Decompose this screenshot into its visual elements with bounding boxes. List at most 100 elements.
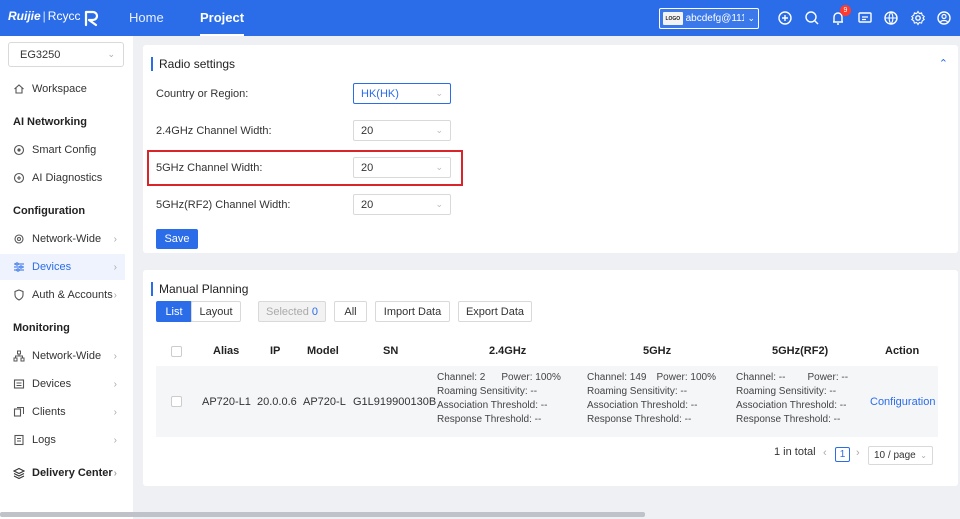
manual-planning-title: Manual Planning — [151, 282, 248, 296]
sidebar-item-label: Devices — [32, 378, 72, 390]
pagination-total: 1 in total — [774, 446, 816, 458]
sidebar-item-devices[interactable]: Devices › — [0, 254, 125, 280]
chevron-right-icon: › — [113, 350, 117, 362]
nav-project[interactable]: Project — [200, 0, 245, 36]
page-number-button[interactable]: 1 — [835, 447, 850, 462]
chevron-down-icon: ⌄ — [435, 88, 443, 98]
configuration-link[interactable]: Configuration — [870, 396, 935, 408]
chevron-right-icon[interactable]: › — [856, 447, 860, 459]
sidebar-item-label: Smart Config — [32, 144, 97, 156]
manual-planning-card: Manual Planning List Layout Selected 0 Al… — [143, 270, 958, 486]
select-all-checkbox[interactable] — [171, 346, 182, 357]
band5rf2-roaming: Roaming Sensitivity: -- — [736, 386, 837, 397]
cell-5ghz: Channel: 149 Power: 100% Roaming Sensitiv… — [587, 371, 716, 427]
chevron-left-icon[interactable]: ‹ — [823, 447, 827, 459]
top-bar: Ruijie | Rcycc Home Project LOGO abcdefg@1… — [0, 0, 960, 36]
col-24ghz: 2.4GHz — [489, 345, 527, 357]
band5-response: Response Threshold: -- — [587, 414, 692, 425]
band5rf2-channel: Channel: -- — [736, 372, 786, 383]
chevron-right-icon: › — [113, 434, 117, 446]
globe-icon[interactable] — [883, 10, 899, 26]
channel-width-24-label: 2.4GHz Channel Width: — [156, 125, 272, 137]
tab-list[interactable]: List — [156, 301, 192, 322]
chevron-down-icon: ⌄ — [747, 13, 755, 23]
device-select[interactable]: EG3250 ⌄ — [8, 42, 124, 67]
sidebar-item-label: AI Diagnostics — [32, 172, 103, 184]
search-icon[interactable] — [804, 10, 820, 26]
chevron-down-icon: ⌄ — [107, 49, 115, 59]
notification-badge: 9 — [840, 5, 851, 16]
save-button[interactable]: Save — [156, 229, 198, 249]
band5-roaming: Roaming Sensitivity: -- — [587, 386, 688, 397]
devices-sliders-icon — [13, 261, 25, 273]
channel-width-24-select[interactable]: 20 ⌄ — [353, 120, 451, 141]
col-5ghz: 5GHz — [643, 345, 672, 357]
table-row: AP720-L1 20.0.0.6 AP720-L G1L919900130B … — [156, 366, 938, 437]
sidebar-section-configuration: Configuration — [13, 205, 86, 217]
band5-channel: Channel: 149 — [587, 372, 647, 383]
nav-home[interactable]: Home — [129, 0, 164, 36]
chevron-right-icon: › — [113, 233, 117, 245]
brand-name: Ruijie — [8, 9, 41, 23]
cell-ip: 20.0.0.6 — [257, 396, 297, 408]
cell-5ghz-rf2: Channel: -- Power: -- Roaming Sensitivity… — [736, 371, 848, 427]
cell-24ghz: Channel: 2 Power: 100% Roaming Sensitivit… — [437, 371, 561, 427]
message-icon[interactable] — [857, 10, 873, 26]
page-size-select[interactable]: 10 / page ⌄ — [868, 446, 933, 465]
import-data-button[interactable]: Import Data — [375, 301, 450, 322]
col-5ghz-rf2: 5GHz(RF2) — [772, 345, 829, 357]
chevron-up-icon[interactable]: ⌃ — [939, 57, 948, 70]
gear-icon[interactable] — [910, 10, 926, 26]
cell-alias: AP720-L1 — [202, 396, 251, 408]
sidebar-item-label: Workspace — [32, 83, 87, 95]
country-region-value: HK(HK) — [361, 87, 399, 100]
channel-width-5-rf2-select[interactable]: 20 ⌄ — [353, 194, 451, 215]
band5-association: Association Threshold: -- — [587, 400, 698, 411]
country-region-select[interactable]: HK(HK) ⌄ — [353, 83, 451, 104]
band24-power: Power: 100% — [501, 372, 561, 383]
sidebar-item-network-wide[interactable]: Network-Wide › — [0, 226, 125, 252]
sidebar-item-smart-config[interactable]: Smart Config — [0, 137, 125, 163]
channel-width-5-rf2-value: 20 — [361, 198, 374, 211]
sidebar-item-auth-accounts[interactable]: Auth & Accounts › — [0, 282, 125, 308]
account-logo: LOGO — [663, 12, 683, 25]
band5rf2-power: Power: -- — [807, 372, 849, 383]
sidebar-item-delivery-center[interactable]: Delivery Center › — [0, 460, 125, 486]
channel-width-5-value: 20 — [361, 161, 374, 174]
sidebar-item-workspace[interactable]: Workspace — [0, 76, 125, 102]
account-name: abcdefg@111.... — [685, 13, 745, 24]
channel-width-5-select[interactable]: 20 ⌄ — [353, 157, 451, 178]
sidebar-item-monitoring-devices[interactable]: Devices › — [0, 371, 125, 397]
sidebar-item-monitoring-network-wide[interactable]: Network-Wide › — [0, 343, 125, 369]
tab-layout[interactable]: Layout — [191, 301, 241, 322]
export-data-button[interactable]: Export Data — [458, 301, 532, 322]
smart-config-icon — [13, 144, 25, 156]
all-button[interactable]: All — [334, 301, 367, 322]
sidebar-item-logs[interactable]: Logs › — [0, 427, 125, 453]
horizontal-scrollbar[interactable] — [0, 512, 645, 517]
col-alias: Alias — [213, 345, 240, 357]
chevron-down-icon: ⌄ — [435, 125, 443, 135]
selected-button[interactable]: Selected 0 — [258, 301, 326, 322]
clients-icon — [13, 406, 25, 418]
account-dropdown[interactable]: LOGO abcdefg@111.... ⌄ — [659, 8, 759, 29]
add-circle-icon[interactable] — [777, 10, 793, 26]
band24-channel: Channel: 2 — [437, 372, 486, 383]
sidebar-section-monitoring: Monitoring — [13, 322, 70, 334]
user-icon[interactable] — [936, 10, 952, 26]
sidebar-item-ai-diagnostics[interactable]: AI Diagnostics — [0, 165, 125, 191]
sidebar-item-label: Logs — [32, 434, 56, 446]
delivery-icon — [13, 467, 25, 479]
sidebar-item-label: Clients — [32, 406, 66, 418]
band24-response: Response Threshold: -- — [437, 414, 542, 425]
selected-label: Selected — [266, 305, 309, 318]
cell-sn: G1L919900130B — [353, 396, 437, 408]
col-model: Model — [307, 345, 339, 357]
col-sn: SN — [383, 345, 399, 357]
channel-width-5-label: 5GHz Channel Width: — [156, 162, 263, 174]
sidebar-item-label: Network-Wide — [32, 350, 102, 362]
brand-logo[interactable]: Ruijie | Rcycc — [8, 9, 80, 23]
radio-settings-card: Radio settings ⌃ Country or Region: HK(H… — [143, 45, 958, 253]
sidebar-item-clients[interactable]: Clients › — [0, 399, 125, 425]
row-checkbox[interactable] — [171, 396, 182, 407]
